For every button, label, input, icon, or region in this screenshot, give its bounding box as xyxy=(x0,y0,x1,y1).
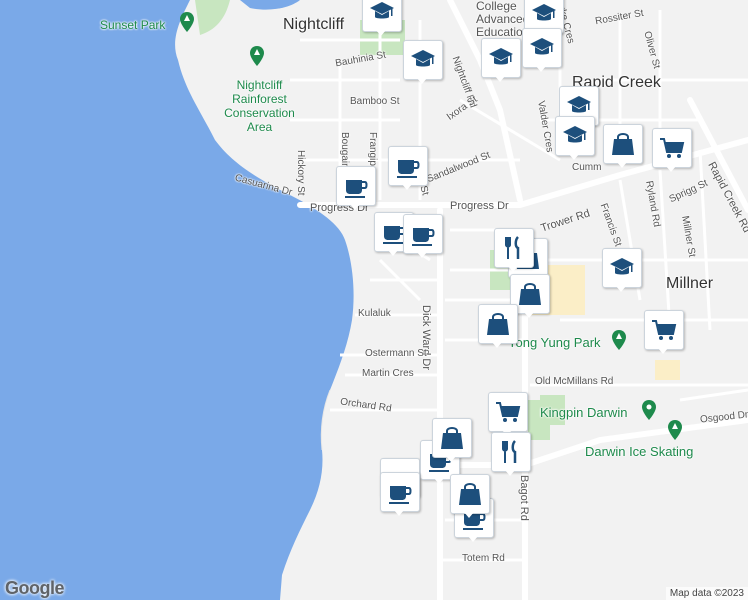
kingpin-pin-icon[interactable] xyxy=(642,400,656,420)
street-label-bagot-rd: Bagot Rd xyxy=(518,475,530,521)
shopping-bag-icon xyxy=(516,280,544,308)
shopping-bag-icon xyxy=(438,424,466,452)
street-label-totem-rd: Totem Rd xyxy=(462,553,505,564)
map-marker[interactable] xyxy=(388,146,428,190)
map-marker[interactable] xyxy=(336,166,376,210)
suburb-label-nightcliff: Nightcliff xyxy=(283,16,345,33)
map-marker[interactable] xyxy=(362,0,402,36)
street-label-progress-dr-2: Progress Dr xyxy=(450,200,509,212)
map-attribution[interactable]: Map data ©2023 xyxy=(665,587,748,600)
map-marker[interactable] xyxy=(555,116,595,160)
shopping-bag-icon xyxy=(456,480,484,508)
street-label-ostermann-st: Ostermann St xyxy=(365,348,427,359)
map-marker[interactable] xyxy=(478,304,518,348)
cafe-icon xyxy=(342,172,370,200)
shopping-bag-icon xyxy=(609,130,637,158)
school-icon xyxy=(530,0,558,28)
park-label-rainforest: Nightcliff Rainforest Conservation Area xyxy=(224,78,295,134)
street-label-martin-cres: Martin Cres xyxy=(362,368,414,379)
street-label-cummings: Cumm xyxy=(572,162,602,173)
map[interactable]: Nightcliff Rapid Creek Millner Sunset Pa… xyxy=(0,0,748,600)
poi-label-yong-yung-park: Yong Yung Park xyxy=(508,335,601,350)
map-marker[interactable] xyxy=(491,432,531,476)
shopping-cart-icon xyxy=(494,398,522,426)
restaurant-icon xyxy=(500,234,528,262)
cafe-icon xyxy=(409,220,437,248)
ice-skating-pin-icon[interactable] xyxy=(668,420,682,440)
cafe-icon xyxy=(386,478,414,506)
school-icon xyxy=(368,0,396,26)
park-pin-icon[interactable] xyxy=(180,12,194,32)
map-marker[interactable] xyxy=(403,214,443,258)
school-icon xyxy=(608,254,636,282)
map-marker[interactable] xyxy=(522,28,562,72)
school-icon xyxy=(561,122,589,150)
school-icon xyxy=(528,34,556,62)
poi-label-kingpin: Kingpin Darwin xyxy=(540,405,628,420)
street-label-old-mcmillans-rd: Old McMillans Rd xyxy=(535,376,614,387)
shopping-cart-icon xyxy=(650,316,678,344)
poi-label-ice-skating: Darwin Ice Skating xyxy=(585,444,694,459)
restaurant-icon xyxy=(497,438,525,466)
street-label-bougain: Bougain xyxy=(339,132,350,169)
map-marker[interactable] xyxy=(494,228,534,272)
map-marker[interactable] xyxy=(481,38,521,82)
street-label-hickory-st: Hickory St xyxy=(295,150,306,196)
map-marker[interactable] xyxy=(603,124,643,168)
shopping-bag-icon xyxy=(484,310,512,338)
map-marker[interactable] xyxy=(450,474,490,518)
map-marker[interactable] xyxy=(644,310,684,354)
map-marker[interactable] xyxy=(432,418,472,462)
map-marker[interactable] xyxy=(652,128,692,172)
map-marker[interactable] xyxy=(602,248,642,292)
school-icon xyxy=(487,44,515,72)
cafe-icon xyxy=(394,152,422,180)
park-pin-icon[interactable] xyxy=(250,46,264,66)
street-label-frangipani: Frangip xyxy=(367,132,378,166)
park-pin-icon[interactable] xyxy=(612,330,626,350)
google-logo[interactable]: Google xyxy=(5,578,65,599)
map-marker[interactable] xyxy=(488,392,528,436)
park-label-sunset: Sunset Park xyxy=(100,18,166,32)
school-icon xyxy=(409,46,437,74)
suburb-label-millner: Millner xyxy=(666,275,714,292)
map-marker[interactable] xyxy=(403,40,443,84)
street-label-kulaluk: Kulaluk xyxy=(358,308,391,319)
street-label-bamboo-st: Bamboo St xyxy=(350,96,400,107)
map-marker[interactable] xyxy=(380,472,420,516)
shopping-cart-icon xyxy=(658,134,686,162)
street-label-dick-ward-dr: Dick Ward Dr xyxy=(420,305,432,370)
